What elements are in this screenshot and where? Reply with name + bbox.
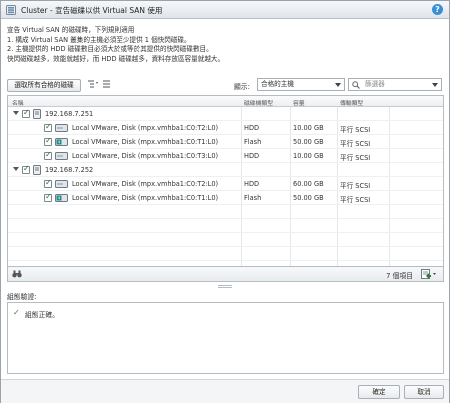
hdd-disk-icon: [55, 180, 68, 188]
rules-line: 宣告 Virtual SAN 的磁碟時，下列規則適用: [7, 26, 135, 34]
expand-arrow-icon[interactable]: [13, 111, 19, 115]
title-bar: Cluster - 宣告磁碟以供 Virtual SAN 使用 ?: [1, 1, 449, 19]
disk-transport: 平行 SCSI: [340, 182, 371, 190]
rules-line: 1. 構成 Virtual SAN 叢集的主機必須至少提供 1 個快閃磁碟。: [7, 35, 191, 44]
host-row[interactable]: ✓ 192.168.7.251: [8, 107, 443, 121]
disk-capacity: 10.00 GB: [293, 152, 324, 160]
host-checkbox[interactable]: ✓: [22, 108, 30, 118]
collapse-all-icon[interactable]: [101, 79, 113, 90]
column-header-name[interactable]: 名稱: [12, 98, 24, 107]
cancel-button[interactable]: 取消: [404, 385, 444, 399]
flash-disk-icon: [55, 138, 68, 146]
checkmark-icon: ✓: [45, 192, 52, 201]
export-icon[interactable]: [421, 269, 437, 279]
disk-row[interactable]: ✓ Local VMware, Disk (mpx.vmhba1:C0:T1:L…: [8, 191, 443, 205]
checkmark-icon: ✓: [13, 308, 20, 317]
expand-arrow-icon[interactable]: [13, 167, 19, 171]
host-icon: [33, 109, 41, 119]
select-all-eligible-button[interactable]: 選取所有合格的磁碟: [7, 79, 81, 92]
binoculars-icon[interactable]: [12, 270, 22, 278]
claim-rules-text: 宣告 Virtual SAN 的磁碟時，下列規則適用 1. 構成 Virtual…: [7, 26, 224, 64]
disk-name: Local VMware, Disk (mpx.vmhba1:C0:T3:L0): [72, 152, 219, 160]
disk-grid: 名稱 磁碟機類型 容量 傳輸類型 ✓ 192.168.7.251 ✓ Local…: [7, 95, 444, 267]
host-name: 192.168.7.252: [45, 166, 94, 174]
host-checkbox[interactable]: ✓: [22, 164, 30, 174]
resize-handle-icon[interactable]: [218, 285, 232, 288]
empty-row: [8, 247, 443, 261]
filter-input[interactable]: 篩選器: [348, 78, 442, 91]
disk-name: Local VMware, Disk (mpx.vmhba1:C0:T2:L0): [72, 180, 219, 188]
rules-line: 2. 主機提供的 HDD 磁碟數目必須大於或等於其提供的快閃磁碟數目。: [7, 45, 213, 54]
disk-name: Local VMware, Disk (mpx.vmhba1:C0:T1:L0): [72, 194, 219, 202]
checkmark-icon: ✓: [45, 150, 52, 159]
disk-row[interactable]: ✓ Local VMware, Disk (mpx.vmhba1:C0:T1:L…: [8, 135, 443, 149]
dialog-button-bar: 確定 取消: [1, 379, 449, 403]
checkmark-icon: ✓: [23, 108, 30, 117]
disk-type: Flash: [244, 194, 262, 202]
validation-message: 組態正確。: [25, 311, 59, 319]
show-filter-value: 合格的主機: [261, 80, 294, 88]
empty-row: [8, 233, 443, 247]
disk-type: HDD: [244, 124, 260, 132]
filter-placeholder: 篩選器: [365, 80, 385, 88]
disk-row[interactable]: ✓ Local VMware, Disk (mpx.vmhba1:C0:T3:L…: [8, 149, 443, 163]
disk-row[interactable]: ✓ Local VMware, Disk (mpx.vmhba1:C0:T2:L…: [8, 121, 443, 135]
grid-footer: 7 個項目: [7, 267, 444, 282]
flash-disk-icon: [55, 194, 68, 202]
checkmark-icon: ✓: [45, 122, 52, 131]
column-header-transport[interactable]: 傳輸類型: [340, 98, 363, 107]
show-filter-label: 顯示:: [234, 83, 250, 91]
grid-header: 名稱 磁碟機類型 容量 傳輸類型: [8, 96, 443, 107]
disk-transport: 平行 SCSI: [340, 140, 371, 148]
rules-line: 快閃磁碟越多，效能就越好，而 HDD 磁碟越多，資料存放區容量就越大。: [7, 54, 225, 63]
disk-row[interactable]: ✓ Local VMware, Disk (mpx.vmhba1:C0:T2:L…: [8, 177, 443, 191]
hdd-disk-icon: [55, 152, 68, 160]
disk-capacity: 50.00 GB: [293, 138, 324, 146]
host-name: 192.168.7.251: [45, 110, 94, 118]
disk-type: HDD: [244, 180, 260, 188]
disk-checkbox[interactable]: ✓: [44, 136, 52, 146]
chevron-down-icon: [432, 83, 438, 87]
disk-type: Flash: [244, 138, 262, 146]
disk-capacity: 60.00 GB: [293, 180, 324, 188]
show-filter-dropdown[interactable]: 合格的主機: [257, 78, 345, 91]
disk-checkbox[interactable]: ✓: [44, 150, 52, 160]
disk-checkbox[interactable]: ✓: [44, 122, 52, 132]
chevron-down-icon: [335, 83, 341, 87]
disk-checkbox[interactable]: ✓: [44, 178, 52, 188]
item-count: 7 個項目: [386, 272, 413, 280]
disk-checkbox[interactable]: ✓: [44, 192, 52, 202]
dialog-title: Cluster - 宣告磁碟以供 Virtual SAN 使用: [21, 6, 163, 15]
column-header-capacity[interactable]: 容量: [293, 98, 305, 107]
claim-disks-dialog: Cluster - 宣告磁碟以供 Virtual SAN 使用 ? 宣告 Vir…: [0, 0, 450, 403]
empty-row: [8, 205, 443, 219]
hdd-disk-icon: [55, 124, 68, 132]
disk-type: HDD: [244, 152, 260, 160]
checkmark-icon: ✓: [45, 136, 52, 145]
disk-name: Local VMware, Disk (mpx.vmhba1:C0:T1:L0): [72, 138, 219, 146]
checkmark-icon: ✓: [45, 178, 52, 187]
disk-capacity: 10.00 GB: [293, 124, 324, 132]
search-icon: [352, 81, 360, 89]
host-row[interactable]: ✓ 192.168.7.252: [8, 163, 443, 177]
validation-label: 組態驗證:: [7, 293, 37, 301]
validation-panel: ✓ 組態正確。: [7, 302, 444, 374]
help-icon[interactable]: ?: [432, 4, 443, 15]
disk-transport: 平行 SCSI: [340, 126, 371, 134]
disk-transport: 平行 SCSI: [340, 154, 371, 162]
column-header-drive-type[interactable]: 磁碟機類型: [244, 98, 273, 107]
disk-transport: 平行 SCSI: [340, 196, 371, 204]
host-icon: [33, 165, 41, 175]
expand-all-icon[interactable]: [87, 79, 99, 90]
disk-capacity: 50.00 GB: [293, 194, 324, 202]
ok-button[interactable]: 確定: [358, 385, 400, 399]
empty-row: [8, 219, 443, 233]
checkmark-icon: ✓: [23, 164, 30, 173]
cluster-icon: [6, 5, 16, 15]
disk-name: Local VMware, Disk (mpx.vmhba1:C0:T2:L0): [72, 124, 219, 132]
